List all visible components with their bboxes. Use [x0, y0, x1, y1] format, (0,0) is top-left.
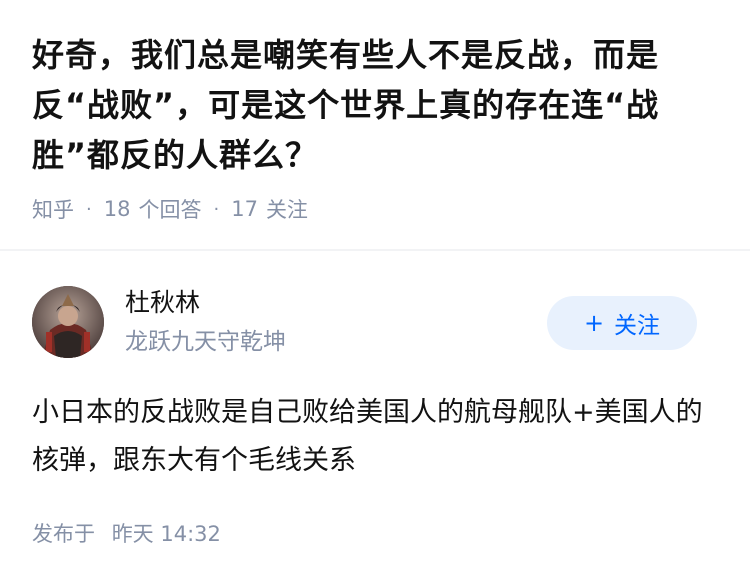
answers-label[interactable]: 个回答	[138, 194, 201, 224]
followers-label: 关注	[265, 198, 308, 222]
section-divider	[0, 249, 750, 251]
question-title[interactable]: 好奇，我们总是嘲笑有些人不是反战，而是反“战败”，可是这个世界上真的存在连“战胜…	[32, 30, 718, 180]
followers-count: 17	[231, 197, 258, 221]
author-name[interactable]: 杜秋林	[125, 286, 200, 320]
avatar[interactable]	[32, 286, 104, 358]
follow-button[interactable]: + 关注	[547, 296, 697, 350]
source-label[interactable]: 知乎	[32, 194, 74, 224]
question-meta: 知乎 · 18 个回答 · 17 关注	[32, 194, 718, 224]
author-headline: 龙跃九天守乾坤	[125, 329, 286, 355]
meta-separator: ·	[213, 198, 220, 220]
answer-content[interactable]: 小日本的反战败是自己败给美国人的航母舰队+美国人的核弹，跟东大有个毛线关系	[32, 389, 722, 485]
published-timestamp: 昨天 14:32	[111, 522, 221, 546]
published-time: 发布于 昨天 14:32	[32, 519, 221, 549]
portrait-avatar-icon	[32, 286, 104, 358]
published-label: 发布于	[32, 522, 95, 546]
follow-button-label: 关注	[614, 313, 661, 339]
answers-count: 18	[103, 197, 131, 221]
meta-separator: ·	[86, 198, 92, 220]
question-header: 好奇，我们总是嘲笑有些人不是反战，而是反“战败”，可是这个世界上真的存在连“战胜…	[0, 0, 750, 224]
author-info: 杜秋林 龙跃九天守乾坤 + 关注	[32, 286, 722, 358]
plus-icon: +	[583, 309, 605, 337]
